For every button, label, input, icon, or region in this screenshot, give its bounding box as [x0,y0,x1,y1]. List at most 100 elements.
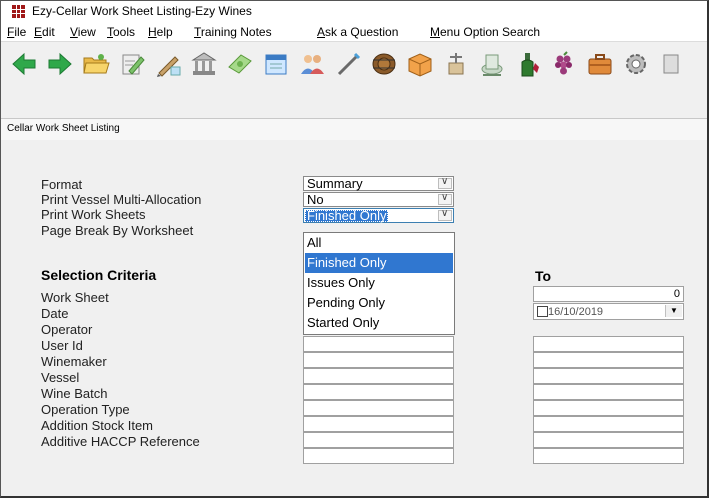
chevron-down-icon[interactable]: ∨ [438,192,452,205]
menu-edit[interactable]: Edit [34,25,55,39]
criteria-label: Wine Batch [41,386,108,401]
menu-label: iew [77,25,96,39]
back-arrow-icon[interactable] [9,49,39,79]
wand-icon[interactable] [333,49,363,79]
bank-icon[interactable] [189,49,219,79]
from-field-haccp[interactable] [303,448,454,464]
wine-bottle-icon[interactable] [513,49,543,79]
title-bar: Ezy-Cellar Work Sheet Listing-Ezy Wines [1,1,707,21]
to-field-wine-batch[interactable] [533,400,684,416]
print-ws-dropdown-list: All Finished Only Issues Only Pending On… [303,232,455,335]
edit-document-icon[interactable] [117,49,147,79]
menu-help[interactable]: Help [148,25,173,39]
format-label: Format [41,177,83,192]
dropdown-option-started-only[interactable]: Started Only [305,313,453,333]
barrel-icon[interactable] [369,49,399,79]
format-select[interactable]: Summary ∨ [303,176,454,191]
from-field-vessel[interactable] [303,384,454,400]
to-header: To [535,268,552,284]
selection-criteria-header: Selection Criteria [41,267,157,283]
forward-arrow-icon[interactable] [45,49,75,79]
dropdown-option-pending-only[interactable]: Pending Only [305,293,453,313]
briefcase-icon[interactable] [585,49,615,79]
grape-press-icon[interactable] [441,49,471,79]
pen-icon[interactable] [153,49,183,79]
dropdown-option-issues-only[interactable]: Issues Only [305,273,453,293]
to-field-operator[interactable] [533,336,684,352]
tab-cellar-work-sheet-listing[interactable]: Cellar Work Sheet Listing [7,123,120,134]
criteria-label: Operation Type [41,402,130,417]
criteria-label: Operator [41,322,93,337]
menu-label: dit [42,25,55,39]
window-title: Ezy-Cellar Work Sheet Listing-Ezy Wines [32,4,252,18]
menu-key: E [34,25,43,39]
from-field-operator[interactable] [303,336,454,352]
criteria-label: Vessel [41,370,80,385]
criteria-label: Additive HACCP Reference [41,434,200,449]
menu-label: ools [113,25,136,39]
menu-view[interactable]: View [70,25,96,39]
money-icon[interactable] [225,49,255,79]
people-icon[interactable] [297,49,327,79]
criteria-label: Work Sheet [41,290,109,305]
from-field-addition-stock[interactable] [303,432,454,448]
work-sheet-to-value: 0 [673,288,680,300]
from-field-operation-type[interactable] [303,416,454,432]
to-field-work-sheet[interactable]: 0 [533,286,684,302]
criteria-label: Date [41,306,69,321]
box-icon[interactable] [405,49,435,79]
app-logo-icon [12,5,25,18]
menu-key: T [194,25,201,39]
page-break-label: Page Break By Worksheet [41,223,194,238]
menu-label: ile [14,25,27,39]
chevron-down-icon[interactable]: ∨ [438,208,452,221]
menu-bar: File Edit View Tools Help Training Notes… [1,21,707,41]
menu-option-search[interactable]: Menu Option Search [430,25,540,39]
settings-icon[interactable] [621,49,651,79]
menu-ask-question[interactable]: Ask a Question [317,25,398,39]
criteria-label: Winemaker [41,354,107,369]
to-field-operation-type[interactable] [533,416,684,432]
to-field-addition-stock[interactable] [533,432,684,448]
multi-alloc-select[interactable]: No ∨ [303,192,454,207]
format-value: Summary [307,176,363,191]
dropdown-option-all[interactable]: All [305,233,453,253]
menu-key: A [317,25,326,39]
grapes-icon[interactable] [549,49,579,79]
from-field-winemaker[interactable] [303,368,454,384]
to-field-haccp[interactable] [533,448,684,464]
menu-label: raining Notes [200,25,272,39]
menu-label: sk a Question [325,25,399,39]
to-field-winemaker[interactable] [533,368,684,384]
open-folder-icon[interactable] [81,49,111,79]
date-checkbox[interactable] [537,306,548,317]
print-ws-label: Print Work Sheets [41,207,146,222]
to-field-user-id[interactable] [533,352,684,368]
multi-alloc-label: Print Vessel Multi-Allocation [41,192,202,207]
dropdown-option-finished-only[interactable]: Finished Only [305,253,453,273]
print-ws-value: Finished Only [305,208,389,223]
menu-key: V [70,25,78,39]
menu-label: elp [156,25,173,39]
menu-tools[interactable]: Tools [107,25,135,39]
to-field-vessel[interactable] [533,384,684,400]
from-field-wine-batch[interactable] [303,400,454,416]
date-to-value: 16/10/2019 [548,306,604,318]
calendar-icon[interactable] [261,49,291,79]
criteria-label: Addition Stock Item [41,418,153,433]
from-field-user-id[interactable] [303,352,454,368]
chevron-down-icon[interactable]: ∨ [438,176,452,189]
menu-file[interactable]: File [7,25,26,39]
calendar-dropdown-icon[interactable]: ▼ [665,305,682,317]
toolbar [1,41,707,88]
criteria-label: User Id [41,338,83,353]
menu-key: H [148,25,157,39]
to-field-date[interactable]: 16/10/2019 ▼ [533,303,684,320]
menu-key: M [430,25,440,39]
toolbar-overflow-icon[interactable] [657,49,679,79]
app-window: Ezy-Cellar Work Sheet Listing-Ezy Wines … [0,0,709,498]
print-ws-select[interactable]: Finished Only ∨ [303,208,454,223]
tab-bar: Cellar Work Sheet Listing [1,118,707,141]
menu-training-notes[interactable]: Training Notes [194,25,272,39]
tank-icon[interactable] [477,49,507,79]
